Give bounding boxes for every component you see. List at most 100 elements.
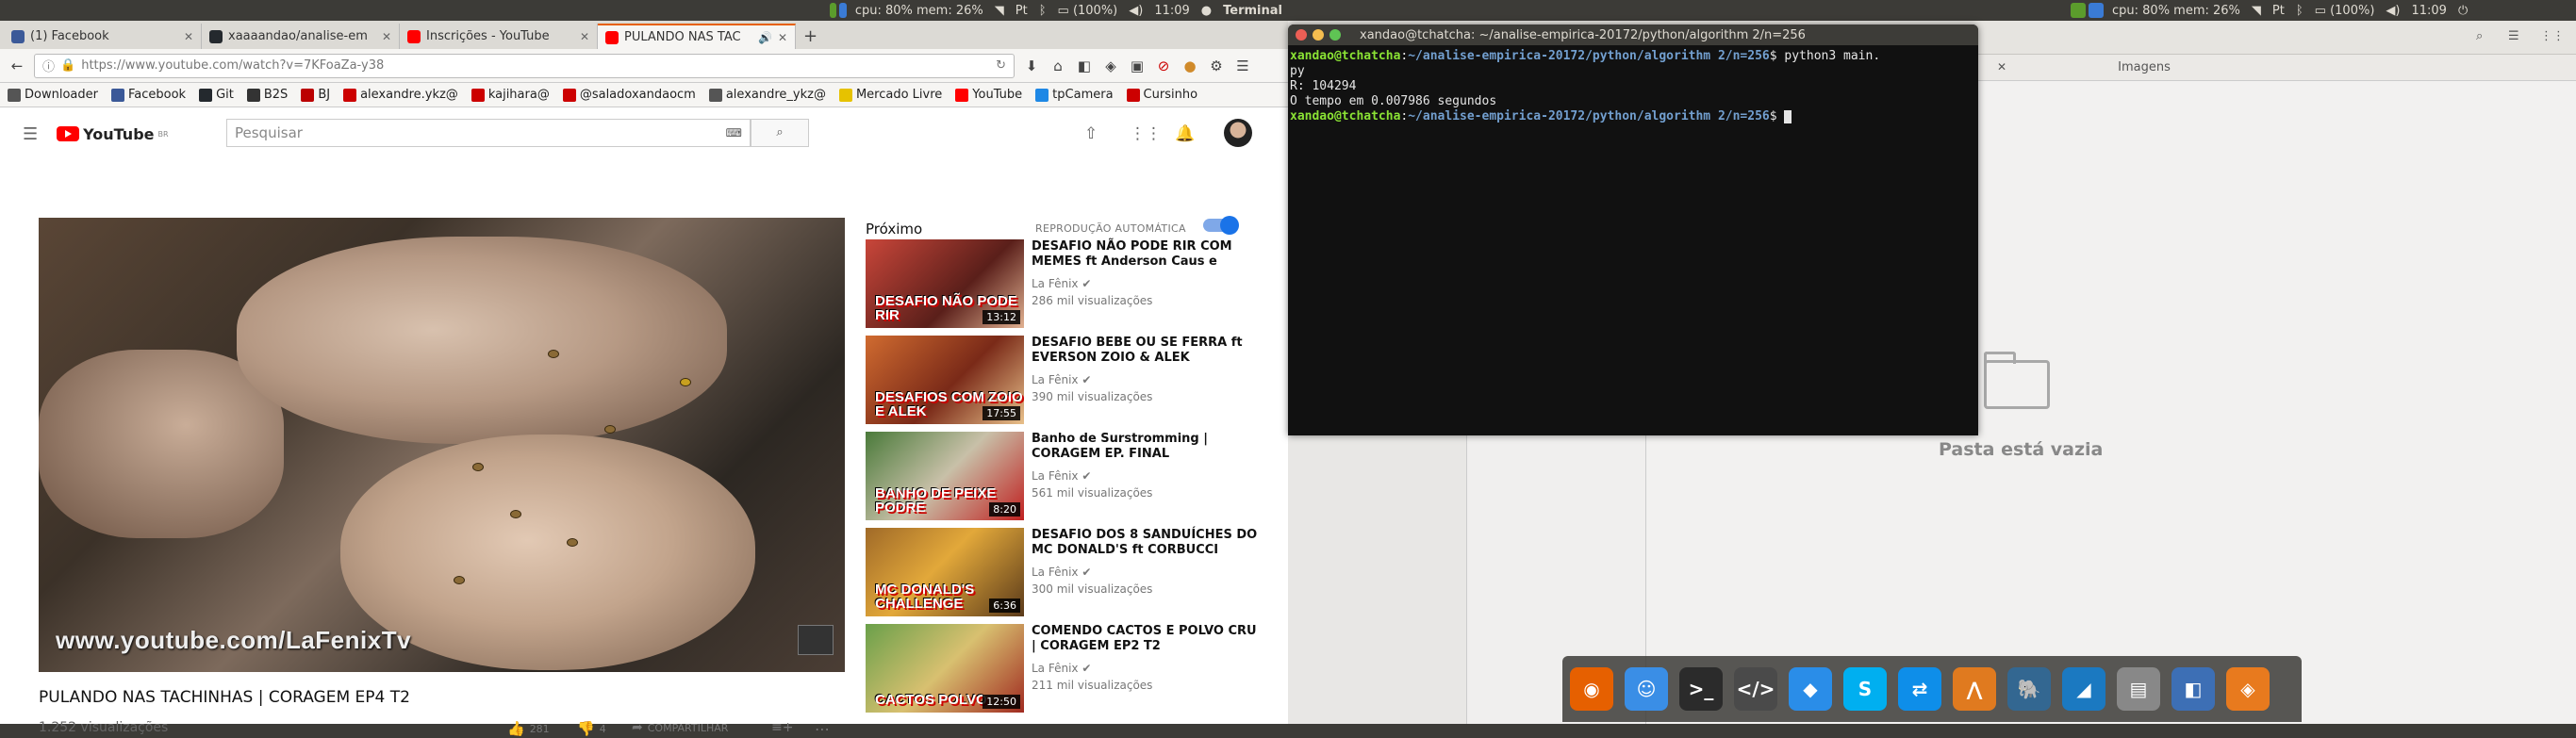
terminal-icon[interactable]: >_: [1679, 667, 1723, 711]
channel-name[interactable]: La Fênix ✔: [1032, 277, 1091, 290]
bookmark-item[interactable]: Facebook: [110, 88, 186, 102]
recommended-video[interactable]: CACTOS POLVO 12:50 COMENDO CACTOS E POLVO …: [866, 624, 1262, 713]
share-button[interactable]: ➦ COMPARTILHAR: [632, 720, 728, 735]
channel-name[interactable]: La Fênix ✔: [1032, 662, 1091, 675]
avatar[interactable]: [1224, 119, 1252, 147]
tab-github[interactable]: xaaaandao/analise-em ✕: [202, 24, 400, 49]
volume-icon[interactable]: ◀): [2386, 4, 2400, 18]
bookmark-item[interactable]: alexandre_ykz@: [708, 88, 826, 102]
tab-facebook[interactable]: (1) Facebook ✕: [4, 24, 202, 49]
close-tab-icon[interactable]: ✕: [1997, 60, 2006, 74]
power-icon[interactable]: ⏻: [2458, 4, 2468, 18]
virtualbox-icon[interactable]: ◧: [2171, 667, 2215, 711]
youtube-logo[interactable]: YouTube BR: [57, 125, 169, 143]
apps-grid-icon[interactable]: ⋮⋮: [1130, 124, 1162, 143]
tray-blue-icon[interactable]: [839, 3, 847, 18]
adblock-icon[interactable]: ⊘: [1154, 57, 1173, 74]
close-window-button[interactable]: [1296, 29, 1307, 41]
channel-name[interactable]: La Fênix ✔: [1032, 566, 1091, 579]
url-bar[interactable]: ⓘ 🔒 https://www.youtube.com/watch?v=7KFo…: [34, 53, 1015, 78]
matlab-icon[interactable]: ⋀: [1953, 667, 1996, 711]
screenshot-icon[interactable]: ▣: [1128, 57, 1147, 74]
bookmark-item[interactable]: B2S: [246, 88, 288, 102]
apple-menu-icon[interactable]: ●: [1201, 4, 1212, 18]
keyboard-layout-icon[interactable]: Pt: [2272, 4, 2285, 18]
wifi-icon[interactable]: ◥: [995, 4, 1004, 18]
reload-icon[interactable]: ↻: [996, 58, 1006, 73]
search-input[interactable]: Pesquisar ⌨: [226, 119, 751, 147]
bookmark-item[interactable]: kajihara@: [471, 88, 550, 102]
video-thumbnail[interactable]: CACTOS POLVO 12:50: [866, 624, 1024, 713]
recommended-video[interactable]: MC DONALD'S CHALLENGE 6:36 DESAFIO DOS 8 S…: [866, 528, 1262, 616]
terminal-window[interactable]: xandao@tchatcha: ~/analise-empirica-2017…: [1288, 25, 1978, 435]
more-actions-button[interactable]: ⋯: [815, 720, 830, 738]
bluetooth-icon[interactable]: ᛒ: [1039, 4, 1047, 18]
keyboard-icon[interactable]: ⌨: [726, 126, 742, 139]
channel-name[interactable]: La Fênix ✔: [1032, 469, 1091, 483]
teamviewer-icon[interactable]: ⇄: [1898, 667, 1941, 711]
bluetooth-icon[interactable]: ᛒ: [2296, 4, 2304, 18]
battery-indicator[interactable]: ▭ (100%): [2315, 4, 2375, 18]
keyboard-layout-icon[interactable]: Pt: [1016, 4, 1028, 18]
extension-icon[interactable]: ◈: [1101, 57, 1120, 74]
recommended-video-title[interactable]: Banho de Surstromming | CORAGEM EP. FINA…: [1032, 432, 1258, 462]
cpu-mem-indicator[interactable]: cpu: 80% mem: 26%: [2112, 4, 2240, 18]
recommended-video[interactable]: BANHO DE PEIXE PODRE 8:20 Banho de Surstro…: [866, 432, 1262, 520]
url-text[interactable]: https://www.youtube.com/watch?v=7KFoaZa-…: [81, 58, 990, 73]
firefox-icon[interactable]: ◉: [1570, 667, 1613, 711]
close-tab-icon[interactable]: ✕: [580, 30, 589, 43]
bookmark-item[interactable]: YouTube: [955, 88, 1022, 102]
bookmark-item[interactable]: alexandre.ykz@: [343, 88, 458, 102]
upload-icon[interactable]: ⇧: [1084, 124, 1098, 143]
channel-watermark-logo[interactable]: [798, 625, 834, 655]
video-thumbnail[interactable]: BANHO DE PEIXE PODRE 8:20: [866, 432, 1024, 520]
tray-green-icon[interactable]: [2071, 3, 2086, 18]
postgres-icon[interactable]: 🐘: [2007, 667, 2051, 711]
video-player[interactable]: www.youtube.com/LaFenixTv: [39, 218, 845, 672]
cookie-icon[interactable]: ●: [1181, 57, 1199, 74]
recommended-video[interactable]: DESAFIO NÃO PODE RIR 13:12 DESAFIO NÃO POD…: [866, 239, 1262, 328]
recommended-video-title[interactable]: DESAFIO DOS 8 SANDUÍCHES DO MC DONALD'S …: [1032, 528, 1258, 558]
clock[interactable]: 11:09: [1154, 4, 1189, 18]
bookmark-item[interactable]: @saladoxandaocm: [562, 88, 696, 102]
mysql-icon[interactable]: ◢: [2062, 667, 2105, 711]
close-tab-icon[interactable]: ✕: [382, 30, 391, 43]
more-options-icon[interactable]: ⋮⋮: [2540, 29, 2565, 43]
close-tab-icon[interactable]: ✕: [778, 31, 787, 44]
finder-icon[interactable]: ☺: [1625, 667, 1668, 711]
video-thumbnail[interactable]: DESAFIOS COM ZOIO E ALEK 17:55: [866, 336, 1024, 424]
bookmark-item[interactable]: Git: [199, 88, 234, 102]
dislike-button[interactable]: 👎 4: [577, 720, 606, 737]
like-button[interactable]: 👍 281: [507, 720, 550, 737]
drive-icon[interactable]: ▤: [2117, 667, 2160, 711]
dropbox-icon[interactable]: ◆: [1789, 667, 1832, 711]
speaker-icon[interactable]: 🔊: [758, 31, 772, 44]
bookmark-item[interactable]: tpCamera: [1035, 88, 1114, 102]
search-button[interactable]: ⌕: [751, 119, 809, 147]
recommended-video-title[interactable]: DESAFIO NÃO PODE RIR COM MEMES ft Anders…: [1032, 239, 1258, 270]
download-icon[interactable]: ⬇: [1022, 57, 1041, 74]
recommended-video-title[interactable]: COMENDO CACTOS E POLVO CRU | CORAGEM EP2…: [1032, 624, 1258, 654]
bookmark-item[interactable]: BJ: [301, 88, 330, 102]
view-toggle-icon[interactable]: ☰: [2508, 29, 2519, 43]
recommended-video[interactable]: DESAFIOS COM ZOIO E ALEK 17:55 DESAFIO BEB…: [866, 336, 1262, 424]
volume-icon[interactable]: ◀): [1129, 4, 1143, 18]
back-icon[interactable]: ←: [8, 57, 26, 74]
menu-icon[interactable]: ☰: [1233, 57, 1252, 74]
pocket-icon[interactable]: ◧: [1075, 57, 1094, 74]
tab-youtube-subscriptions[interactable]: Inscrições - YouTube ✕: [400, 24, 598, 49]
git-gui-icon[interactable]: ◈: [2226, 667, 2270, 711]
battery-indicator[interactable]: ▭ (100%): [1058, 4, 1118, 18]
recommended-video-title[interactable]: DESAFIO BEBE OU SE FERRA ft EVERSON ZOIO…: [1032, 336, 1258, 366]
wifi-icon[interactable]: ◥: [2252, 4, 2261, 18]
new-tab-button[interactable]: +: [796, 24, 828, 49]
info-icon[interactable]: ⓘ: [42, 57, 55, 74]
bookmark-item[interactable]: Mercado Livre: [838, 88, 942, 102]
tab-youtube-video[interactable]: PULANDO NAS TAC 🔊 ✕: [598, 24, 796, 49]
bookmark-item[interactable]: Cursinho: [1126, 88, 1197, 102]
minimize-window-button[interactable]: [1313, 29, 1324, 41]
bookmark-item[interactable]: Downloader: [8, 88, 98, 102]
notifications-bell-icon[interactable]: 🔔: [1175, 124, 1195, 143]
cpu-mem-indicator[interactable]: cpu: 80% mem: 26%: [855, 4, 983, 18]
clock[interactable]: 11:09: [2411, 4, 2446, 18]
